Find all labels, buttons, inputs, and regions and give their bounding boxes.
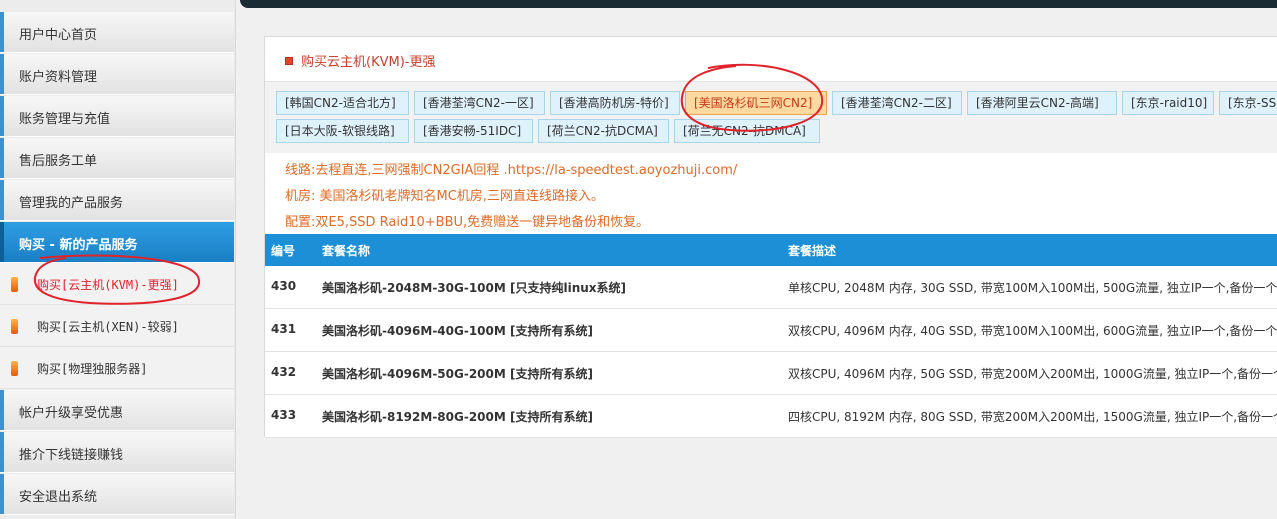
panel-title: 购买云主机(KVM)-更强 xyxy=(285,51,435,70)
plan-desc: 双核CPU, 4096M 内存, 50G SSD, 带宽200M入200M出, … xyxy=(788,367,1277,381)
plan-desc: 双核CPU, 4096M 内存, 40G SSD, 带宽100M入100M出, … xyxy=(788,324,1277,338)
sidebar-item-label: 安全退出系统 xyxy=(19,490,98,505)
sidebar-item-label: 推介下线链接赚钱 xyxy=(19,448,124,463)
sidebar-item-marker xyxy=(0,432,4,472)
info-config: 配置:双E5,SSD Raid10+BBU,免费赠送一键异地备份和恢复。 xyxy=(285,215,650,230)
sidebar-item-label: 帐户升级享受优惠 xyxy=(19,406,124,421)
sidebar-item-marker xyxy=(0,54,4,94)
plan-id: 431 xyxy=(271,322,297,336)
sidebar-item-marker xyxy=(0,390,4,430)
subnav-item-label: 购买[云主机(KVM)-更强] xyxy=(37,278,179,292)
sidebar-item-billing[interactable]: 账务管理与充值 xyxy=(0,96,234,137)
sidebar-item-label: 账户资料管理 xyxy=(19,70,98,85)
info-line: 线路:去程直连,三网强制CN2GIA回程 .https://la-speedte… xyxy=(285,163,738,178)
sidebar-item-marker xyxy=(0,96,4,136)
table-row[interactable]: 433 美国洛杉矶-8192M-80G-200M [支持所有系统] 四核CPU,… xyxy=(265,395,1277,438)
table-row[interactable]: 432 美国洛杉矶-4096M-50G-200M [支持所有系统] 双核CPU,… xyxy=(265,352,1277,395)
info-datacenter: 机房: 美国洛杉矶老牌知名MC机房,三网直连线路接入。 xyxy=(285,189,604,204)
sidebar-item-support-tickets[interactable]: 售后服务工单 xyxy=(0,138,234,179)
table-row[interactable]: 430 美国洛杉矶-2048M-30G-100M [只支持纯linux系统] 单… xyxy=(265,266,1277,309)
sidebar-item-marker xyxy=(0,12,4,52)
sidebar-item-buy-new[interactable]: 购买 - 新的产品服务 xyxy=(0,222,234,263)
region-tabs: [韩国CN2-适合北方] [香港荃湾CN2-一区] [香港高防机房-特价] [美… xyxy=(265,81,1277,153)
tab-nl-no-cn2[interactable]: [荷兰无CN2-抗DMCA] xyxy=(674,119,820,143)
subnav-item-buy-dedicated[interactable]: 购买[物理独服务器] xyxy=(0,347,234,389)
sidebar-item-marker xyxy=(0,180,4,220)
purchase-panel: 购买云主机(KVM)-更强 [韩国CN2-适合北方] [香港荃湾CN2-一区] … xyxy=(264,36,1277,438)
table-row[interactable]: 431 美国洛杉矶-4096M-40G-100M [支持所有系统] 双核CPU,… xyxy=(265,309,1277,352)
sidebar-item-marker xyxy=(0,474,4,514)
sidebar-item-label: 购买 - 新的产品服务 xyxy=(19,238,138,253)
sidebar-item-home[interactable]: 用户中心首页 xyxy=(0,12,234,53)
plan-desc: 四核CPU, 8192M 内存, 80G SSD, 带宽200M入200M出, … xyxy=(788,410,1277,424)
tab-hk-ddos[interactable]: [香港高防机房-特价] xyxy=(550,91,680,115)
tab-hk-tsuen-wan-2[interactable]: [香港荃湾CN2-二区] xyxy=(832,91,962,115)
plan-name[interactable]: 美国洛杉矶-8192M-80G-200M [支持所有系统] xyxy=(322,408,593,425)
sidebar-item-label: 用户中心首页 xyxy=(19,28,98,43)
header-desc: 套餐描述 xyxy=(788,244,837,258)
tab-osaka-softbank[interactable]: [日本大阪-软银线路] xyxy=(276,119,409,143)
header-name: 套餐名称 xyxy=(322,244,371,258)
subnav-item-label: 购买[云主机(XEN)-较弱] xyxy=(37,320,179,334)
sidebar-item-label: 账务管理与充值 xyxy=(19,112,111,127)
tab-hk-51idc[interactable]: [香港安畅-51IDC] xyxy=(414,119,533,143)
subnav-item-label: 购买[物理独服务器] xyxy=(37,362,148,376)
orange-bar-icon xyxy=(11,319,18,334)
sidebar-item-label: 管理我的产品服务 xyxy=(19,196,124,211)
square-bullet-icon xyxy=(285,57,293,65)
tab-tokyo-raid10[interactable]: [东京-raid10] xyxy=(1122,91,1214,115)
tab-nl-cn2[interactable]: [荷兰CN2-抗DCMA] xyxy=(538,119,669,143)
sidebar-item-account-profile[interactable]: 账户资料管理 xyxy=(0,54,234,95)
sidebar-item-marker xyxy=(0,222,4,262)
subnav-item-buy-xen[interactable]: 购买[云主机(XEN)-较弱] xyxy=(0,305,234,347)
tab-tokyo-ssd[interactable]: [东京-SS xyxy=(1219,91,1277,115)
plan-id: 433 xyxy=(271,408,297,422)
sidebar-item-marker xyxy=(0,138,4,178)
orange-bar-icon xyxy=(11,361,18,376)
top-header-strip xyxy=(240,0,1277,8)
sidebar-item-referral[interactable]: 推介下线链接赚钱 xyxy=(0,432,234,473)
tab-la-cn2[interactable]: [美国洛杉矶三网CN2] xyxy=(685,91,827,115)
sidebar-item-my-services[interactable]: 管理我的产品服务 xyxy=(0,180,234,221)
table-header: 编号 套餐名称 套餐描述 xyxy=(265,234,1277,266)
tab-korea-cn2[interactable]: [韩国CN2-适合北方] xyxy=(276,91,409,115)
tab-hk-tsuen-wan-1[interactable]: [香港荃湾CN2-一区] xyxy=(414,91,545,115)
sidebar-item-logout[interactable]: 安全退出系统 xyxy=(0,474,234,515)
subnav-item-buy-kvm[interactable]: 购买[云主机(KVM)-更强] xyxy=(0,263,234,305)
plan-name[interactable]: 美国洛杉矶-4096M-50G-200M [支持所有系统] xyxy=(322,365,593,382)
plan-name[interactable]: 美国洛杉矶-4096M-40G-100M [支持所有系统] xyxy=(322,322,593,339)
orange-bar-icon xyxy=(11,277,18,292)
plan-id: 430 xyxy=(271,279,297,293)
panel-title-text: 购买云主机(KVM)-更强 xyxy=(301,55,436,70)
plan-id: 432 xyxy=(271,365,297,379)
sidebar: 用户中心首页 账户资料管理 账务管理与充值 售后服务工单 管理我的产品服务 购买… xyxy=(0,0,236,519)
header-id: 编号 xyxy=(271,244,296,258)
plan-desc: 单核CPU, 2048M 内存, 30G SSD, 带宽100M入100M出, … xyxy=(788,281,1277,295)
tab-hk-aliyun[interactable]: [香港阿里云CN2-高端] xyxy=(967,91,1117,115)
sidebar-item-label: 售后服务工单 xyxy=(19,154,98,169)
plan-name[interactable]: 美国洛杉矶-2048M-30G-100M [只支持纯linux系统] xyxy=(322,279,626,296)
sidebar-item-upgrade[interactable]: 帐户升级享受优惠 xyxy=(0,390,234,431)
